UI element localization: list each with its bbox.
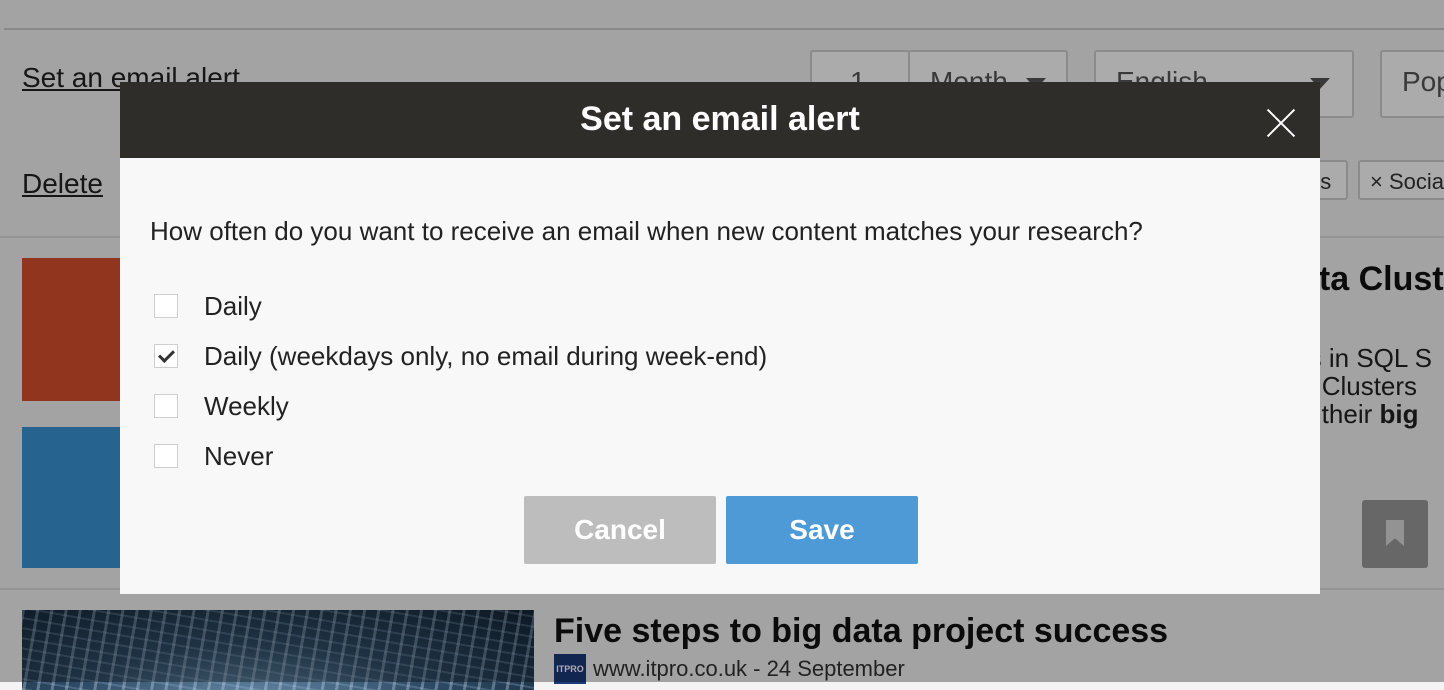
frequency-question: How often do you want to receive an emai…: [150, 216, 1143, 246]
dialog-title: Set an email alert: [580, 100, 860, 138]
option-weekly[interactable]: Weekly: [154, 389, 289, 423]
option-label: Never: [204, 440, 274, 471]
email-alert-dialog: Set an email alert How often do you want…: [120, 82, 1320, 594]
option-label: Daily: [204, 290, 262, 321]
close-icon[interactable]: [1266, 108, 1296, 138]
checkbox-daily-weekdays[interactable]: [154, 344, 178, 368]
checkbox-daily[interactable]: [154, 294, 178, 318]
checkbox-never[interactable]: [154, 444, 178, 468]
cancel-button[interactable]: Cancel: [524, 496, 716, 564]
option-daily[interactable]: Daily: [154, 289, 262, 323]
option-daily-weekdays[interactable]: Daily (weekdays only, no email during we…: [154, 339, 767, 373]
save-button[interactable]: Save: [726, 496, 918, 564]
dialog-header: Set an email alert: [120, 82, 1320, 158]
option-never[interactable]: Never: [154, 439, 273, 473]
checkbox-weekly[interactable]: [154, 394, 178, 418]
option-label: Daily (weekdays only, no email during we…: [204, 340, 768, 371]
option-label: Weekly: [204, 390, 289, 421]
